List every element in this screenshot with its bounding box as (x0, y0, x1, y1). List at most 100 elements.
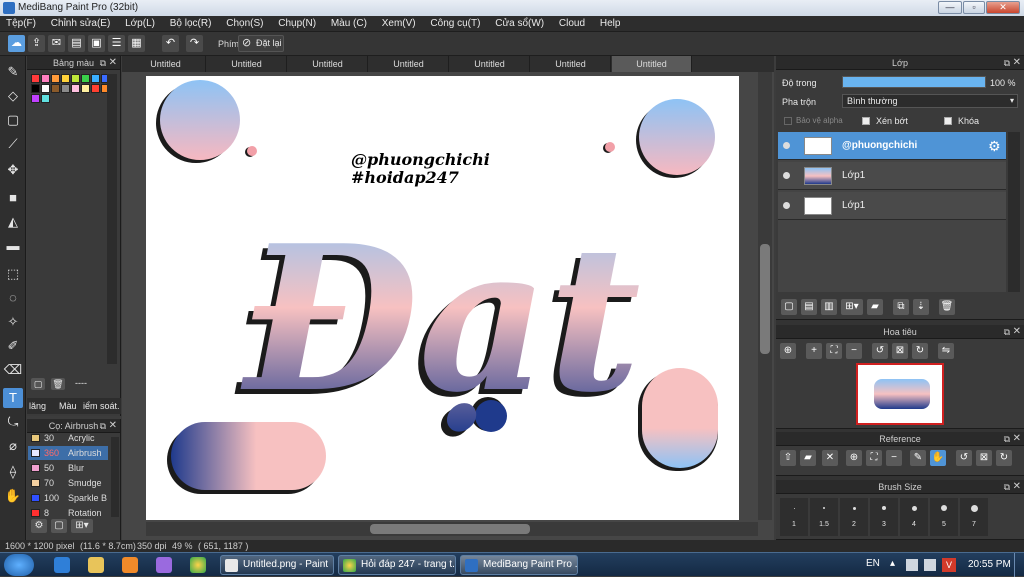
zoom-in-icon[interactable]: ⊕ (780, 343, 796, 359)
select-eraser-tool-icon[interactable]: ⌫ (3, 360, 23, 380)
protect-alpha-checkbox[interactable] (784, 117, 792, 125)
fit-icon[interactable]: ⛶ (826, 343, 842, 359)
network-icon[interactable] (906, 559, 918, 571)
brush-item[interactable]: 50 Blur (28, 461, 108, 475)
layer-row-2[interactable]: Lớp1 (778, 162, 1006, 190)
paint-icon[interactable] (156, 557, 172, 573)
layer-row-3[interactable]: Lớp1 (778, 192, 1006, 220)
close-icon[interactable]: ✕ (1013, 480, 1021, 494)
brush-size-cell[interactable]: 4 (900, 498, 928, 536)
operation-tool-icon[interactable]: ⤿ (3, 412, 23, 432)
reference-folder-icon[interactable]: ▰ (800, 450, 816, 466)
menu-file[interactable]: Tệp(F) (0, 16, 42, 32)
dropper-tool-icon[interactable]: ⟠ (3, 462, 23, 482)
document-icon[interactable]: ▤ (68, 35, 85, 52)
tab-control[interactable]: iểm soát. (83, 398, 120, 414)
media-icon[interactable] (122, 557, 138, 573)
reference-hand-icon[interactable]: ✋ (930, 450, 946, 466)
color-swatch[interactable] (91, 74, 100, 83)
show-desktop-button[interactable] (1014, 553, 1024, 577)
color-swatch[interactable] (81, 84, 90, 93)
add-layer-icon[interactable]: ⊞▾ (841, 299, 863, 315)
new-layer-icon[interactable]: ▢ (781, 299, 797, 315)
taskbar-paint[interactable]: Untitled.png - Paint (220, 555, 334, 575)
reference-upload-icon[interactable]: ⇧ (780, 450, 796, 466)
visibility-icon[interactable] (783, 172, 790, 179)
horizontal-scroll-thumb[interactable] (370, 524, 530, 534)
duplicate-icon[interactable]: ⧉ (893, 299, 909, 315)
brush-scrollbar[interactable] (111, 437, 119, 517)
reference-pen-icon[interactable]: ✎ (910, 450, 926, 466)
brush-size-cell[interactable]: 2 (840, 498, 868, 536)
brush-size-cell[interactable]: 7 (960, 498, 988, 536)
line-tool-icon[interactable]: ⟋ (3, 134, 23, 154)
restore-button[interactable]: ▫ (963, 1, 985, 14)
reference-rotate-left-icon[interactable]: ↺ (956, 450, 972, 466)
zoom-in-small-icon[interactable]: + (806, 343, 822, 359)
reset-button[interactable]: ⊘ Đặt lại (238, 35, 284, 52)
grid-icon[interactable]: ▦ (128, 35, 145, 52)
menu-cloud[interactable]: Cloud (553, 16, 591, 32)
lasso-tool-icon[interactable]: ◌ (3, 288, 23, 308)
menu-view[interactable]: Xem(V) (376, 16, 422, 32)
ie-icon[interactable] (54, 557, 70, 573)
color-swatch[interactable] (51, 84, 60, 93)
redo-icon[interactable]: ↷ (186, 35, 203, 52)
color-swatch[interactable] (71, 84, 80, 93)
navigator-preview[interactable] (856, 363, 944, 425)
color-swatch[interactable] (31, 74, 40, 83)
color-panel-scrollbar[interactable] (107, 74, 117, 364)
rectangle-tool-icon[interactable]: ▢ (3, 110, 23, 130)
trash-icon[interactable]: 🗑 (939, 299, 955, 315)
tab-untitled-3[interactable]: Untitled (288, 56, 368, 72)
close-icon[interactable]: ✕ (109, 419, 117, 433)
layer-row-1[interactable]: @phuongchichi ⚙ (778, 132, 1006, 160)
menu-filter[interactable]: Bộ lọc(R) (164, 16, 218, 32)
color-swatch[interactable] (31, 84, 40, 93)
magic-wand-tool-icon[interactable]: ✧ (3, 312, 23, 332)
brush-new-icon[interactable]: ▢ (51, 519, 67, 533)
reference-zoom-out-icon[interactable]: − (886, 450, 902, 466)
tab-untitled-2[interactable]: Untitled (207, 56, 287, 72)
cloud-icon[interactable]: ☁ (8, 35, 25, 52)
vertical-scroll-thumb[interactable] (760, 244, 770, 354)
color-swatch[interactable] (41, 74, 50, 83)
menu-select[interactable]: Chọn(S) (220, 16, 269, 32)
brush-item[interactable]: 360 Airbrush (28, 446, 108, 460)
lock-checkbox[interactable] (944, 117, 952, 125)
color-swatch[interactable] (41, 94, 50, 103)
color-swatch[interactable] (31, 94, 40, 103)
color-swatch[interactable] (81, 74, 90, 83)
hand-tool-icon[interactable]: ✋ (3, 486, 23, 506)
share-icon[interactable]: ⇪ (28, 35, 45, 52)
minimize-button[interactable]: — (938, 1, 962, 14)
undo-icon[interactable]: ↶ (162, 35, 179, 52)
new-8bit-layer-icon[interactable]: ▥ (821, 299, 837, 315)
reference-rotate-right-icon[interactable]: ↻ (996, 450, 1012, 466)
color-swatch[interactable] (61, 84, 70, 93)
flip-icon[interactable]: ⇋ (938, 343, 954, 359)
brush-size-cell[interactable]: 5 (930, 498, 958, 536)
brush-size-cell[interactable]: 1 (780, 498, 808, 536)
brush-size-cell[interactable]: 3 (870, 498, 898, 536)
rotate-right-icon[interactable]: ↻ (912, 343, 928, 359)
select-pen-tool-icon[interactable]: ✐ (3, 336, 23, 356)
brush-item[interactable]: 70 Smudge (28, 476, 108, 490)
start-button[interactable] (4, 554, 34, 576)
page-icon[interactable]: ▣ (88, 35, 105, 52)
opacity-slider[interactable] (842, 76, 986, 88)
folder-icon[interactable]: ▰ (867, 299, 883, 315)
popout-icon[interactable]: ⧉ (100, 56, 106, 70)
reference-zoom-in-icon[interactable]: ⊕ (846, 450, 862, 466)
visibility-icon[interactable] (783, 202, 790, 209)
popout-icon[interactable]: ⧉ (1004, 325, 1010, 339)
brush-item[interactable]: 30 Acrylic (28, 431, 108, 445)
tray-arrow-icon[interactable]: ▴ (890, 558, 895, 569)
color-swatch[interactable] (61, 74, 70, 83)
taskbar-medibang[interactable]: MediBang Paint Pro ... (460, 555, 578, 575)
language-indicator[interactable]: EN (866, 558, 880, 569)
gear-icon[interactable]: ⚙ (988, 132, 1001, 160)
merge-icon[interactable]: ⇣ (913, 299, 929, 315)
eraser-tool-icon[interactable]: ◇ (3, 86, 23, 106)
close-icon[interactable]: ✕ (1013, 56, 1021, 70)
